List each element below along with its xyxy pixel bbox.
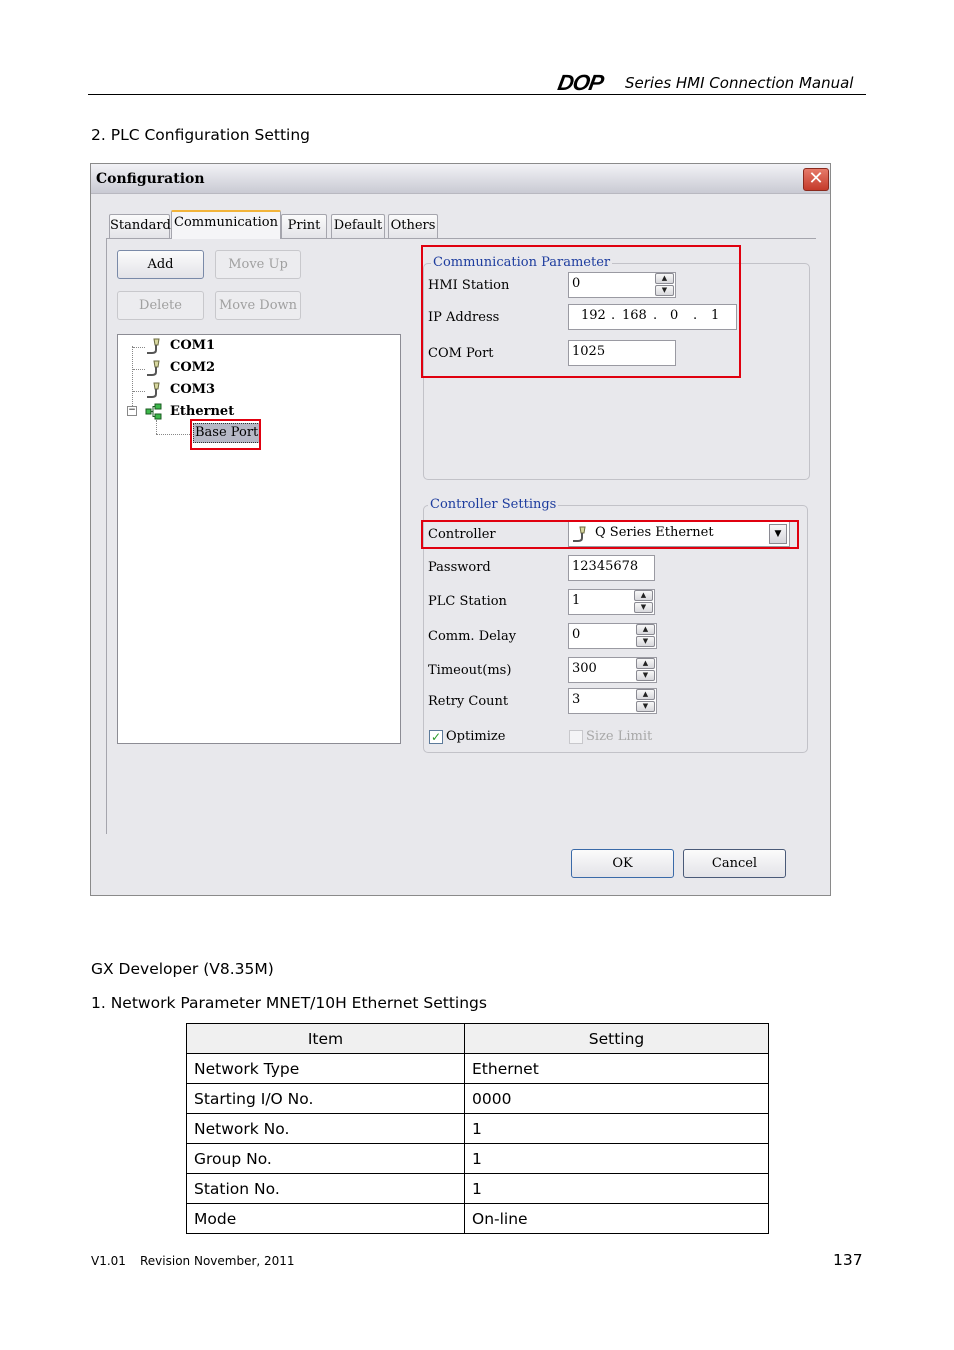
spin-down-icon[interactable]: ▼: [634, 602, 653, 613]
tree-item-label: COM2: [170, 360, 216, 375]
table-cell: Starting I/O No.: [186, 1083, 465, 1114]
comm-delay-spinner[interactable]: ▲ ▼: [636, 624, 655, 648]
move-up-button[interactable]: Move Up: [215, 250, 301, 279]
column-header-item: Item: [186, 1023, 465, 1054]
timeout-spinner[interactable]: ▲ ▼: [636, 658, 655, 682]
serial-plug-icon: [147, 360, 160, 376]
manual-title: Series HMI Connection Manual: [625, 74, 854, 92]
tree-connector: [133, 347, 145, 348]
controller-settings-legend: Controller Settings: [428, 497, 559, 512]
retry-count-spinner[interactable]: ▲ ▼: [636, 689, 655, 713]
retry-count-label: Retry Count: [428, 694, 509, 709]
ok-button[interactable]: OK: [571, 849, 674, 878]
close-button[interactable]: ✕: [803, 168, 829, 191]
table-row: Network No. 1: [186, 1113, 769, 1144]
highlight-box: [421, 520, 799, 549]
table-row: Starting I/O No. 0000: [186, 1083, 769, 1114]
size-limit-label: Size Limit: [586, 729, 653, 744]
tree-item-label: COM1: [170, 338, 216, 353]
tab-print[interactable]: Print: [281, 214, 327, 238]
tab-others[interactable]: Others: [388, 214, 438, 238]
dialog-title-bar: Configuration ✕: [91, 164, 830, 194]
table-cell: 1: [464, 1173, 769, 1204]
footer-version: V1.01: [91, 1254, 126, 1268]
table-cell: Station No.: [186, 1173, 465, 1204]
table-cell: On-line: [464, 1203, 769, 1234]
serial-plug-icon: [147, 338, 160, 354]
spin-up-icon[interactable]: ▲: [636, 658, 655, 669]
table-cell: Group No.: [186, 1143, 465, 1174]
optimize-checkbox[interactable]: ✓: [429, 730, 443, 744]
plc-station-spinner[interactable]: ▲ ▼: [634, 590, 653, 614]
page-number: 137: [833, 1251, 863, 1269]
dop-logo: DOP: [555, 70, 605, 95]
table-cell: 0000: [464, 1083, 769, 1114]
tree-item-label: COM3: [170, 382, 216, 397]
highlight-box: [421, 245, 741, 378]
move-down-button[interactable]: Move Down: [215, 291, 301, 320]
tree-connector: [133, 391, 145, 392]
tab-communication[interactable]: Communication: [171, 210, 281, 239]
timeout-label: Timeout(ms): [428, 663, 512, 678]
section-heading-network-param: 1. Network Parameter MNET/10H Ethernet S…: [91, 994, 487, 1012]
close-icon: ✕: [808, 168, 824, 189]
header-rule: [88, 94, 866, 95]
delete-button[interactable]: Delete: [117, 291, 204, 320]
plc-station-label: PLC Station: [428, 594, 507, 609]
spin-up-icon[interactable]: ▲: [636, 689, 655, 700]
table-cell: 1: [464, 1143, 769, 1174]
optimize-label: Optimize: [446, 729, 506, 744]
add-button[interactable]: Add: [117, 250, 204, 279]
table-row: Group No. 1: [186, 1143, 769, 1174]
tab-default[interactable]: Default: [331, 214, 385, 238]
table-cell: Network No.: [186, 1113, 465, 1144]
serial-plug-icon: [147, 382, 160, 398]
password-label: Password: [428, 560, 491, 575]
table-cell: Ethernet: [464, 1053, 769, 1084]
footer-revision: Revision November, 2011: [140, 1254, 295, 1268]
table-cell: 1: [464, 1113, 769, 1144]
spin-up-icon[interactable]: ▲: [636, 624, 655, 635]
table-row: Station No. 1: [186, 1173, 769, 1204]
tree-connector: [156, 434, 192, 435]
section-heading-plc-config: 2. PLC Configuration Setting: [91, 126, 310, 144]
tree-connector: [132, 346, 133, 408]
comm-delay-label: Comm. Delay: [428, 629, 517, 644]
password-input[interactable]: 12345678: [568, 555, 655, 581]
tree-connector: [156, 420, 157, 434]
spin-down-icon[interactable]: ▼: [636, 636, 655, 647]
network-settings-table: Item Setting Network Type Ethernet Starti…: [186, 1023, 769, 1234]
cancel-button[interactable]: Cancel: [683, 849, 786, 878]
checkmark-icon: ✓: [430, 730, 442, 744]
collapse-toggle[interactable]: −: [127, 406, 137, 416]
table-cell: Mode: [186, 1203, 465, 1234]
table-row: Mode On-line: [186, 1203, 769, 1234]
table-header-row: Item Setting: [186, 1023, 769, 1054]
table-row: Network Type Ethernet: [186, 1053, 769, 1084]
tree-connector: [133, 369, 145, 370]
table-cell: Network Type: [186, 1053, 465, 1084]
size-limit-checkbox[interactable]: [569, 730, 583, 744]
spin-down-icon[interactable]: ▼: [636, 701, 655, 712]
gx-developer-heading: GX Developer (V8.35M): [91, 960, 274, 978]
dialog-title: Configuration: [96, 171, 205, 187]
tab-standard[interactable]: Standard: [109, 214, 171, 238]
highlight-box: [190, 419, 261, 450]
spin-up-icon[interactable]: ▲: [634, 590, 653, 601]
spin-down-icon[interactable]: ▼: [636, 670, 655, 681]
column-header-setting: Setting: [464, 1023, 769, 1054]
network-icon: [145, 403, 162, 420]
